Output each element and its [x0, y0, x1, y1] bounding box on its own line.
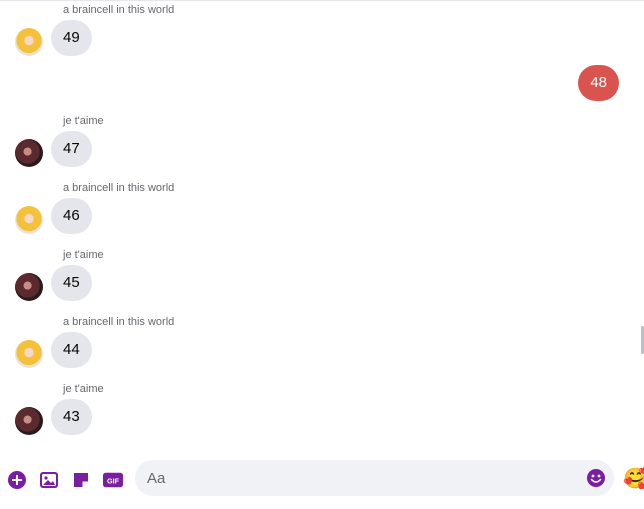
message-bubble[interactable]: 46: [51, 198, 92, 234]
sender-name: je t'aime: [63, 249, 104, 261]
avatar[interactable]: [15, 28, 43, 56]
sender-name: a braincell in this world: [63, 4, 175, 16]
message-bubble[interactable]: 44: [51, 332, 92, 368]
image-icon[interactable]: [39, 470, 59, 490]
message-input[interactable]: [147, 460, 567, 496]
reaction-emoji-button[interactable]: 🥰: [623, 468, 644, 490]
plus-circle-icon[interactable]: [7, 470, 27, 490]
sticker-icon[interactable]: [71, 470, 91, 490]
smiley-icon[interactable]: [586, 468, 606, 488]
sender-name: a braincell in this world: [63, 182, 175, 194]
message-input-wrapper[interactable]: [135, 460, 614, 496]
message-bubble[interactable]: 47: [51, 131, 92, 167]
sender-name: je t'aime: [63, 383, 104, 395]
avatar[interactable]: [15, 273, 43, 301]
avatar[interactable]: [15, 139, 43, 167]
sender-name: je t'aime: [63, 115, 104, 127]
chat-thread: a braincell in this world 49 48 je t'aim…: [0, 0, 644, 509]
sender-name: a braincell in this world: [63, 316, 175, 328]
avatar[interactable]: [15, 340, 43, 368]
message-bubble-sent[interactable]: 48: [578, 65, 619, 101]
message-bubble[interactable]: 43: [51, 399, 92, 435]
avatar[interactable]: [15, 407, 43, 435]
message-bubble[interactable]: 49: [51, 20, 92, 56]
message-bubble[interactable]: 45: [51, 265, 92, 301]
avatar[interactable]: [15, 206, 43, 234]
gif-label: GIF: [107, 477, 120, 486]
gif-icon[interactable]: GIF: [102, 470, 124, 490]
message-composer: GIF 🥰: [0, 452, 644, 509]
